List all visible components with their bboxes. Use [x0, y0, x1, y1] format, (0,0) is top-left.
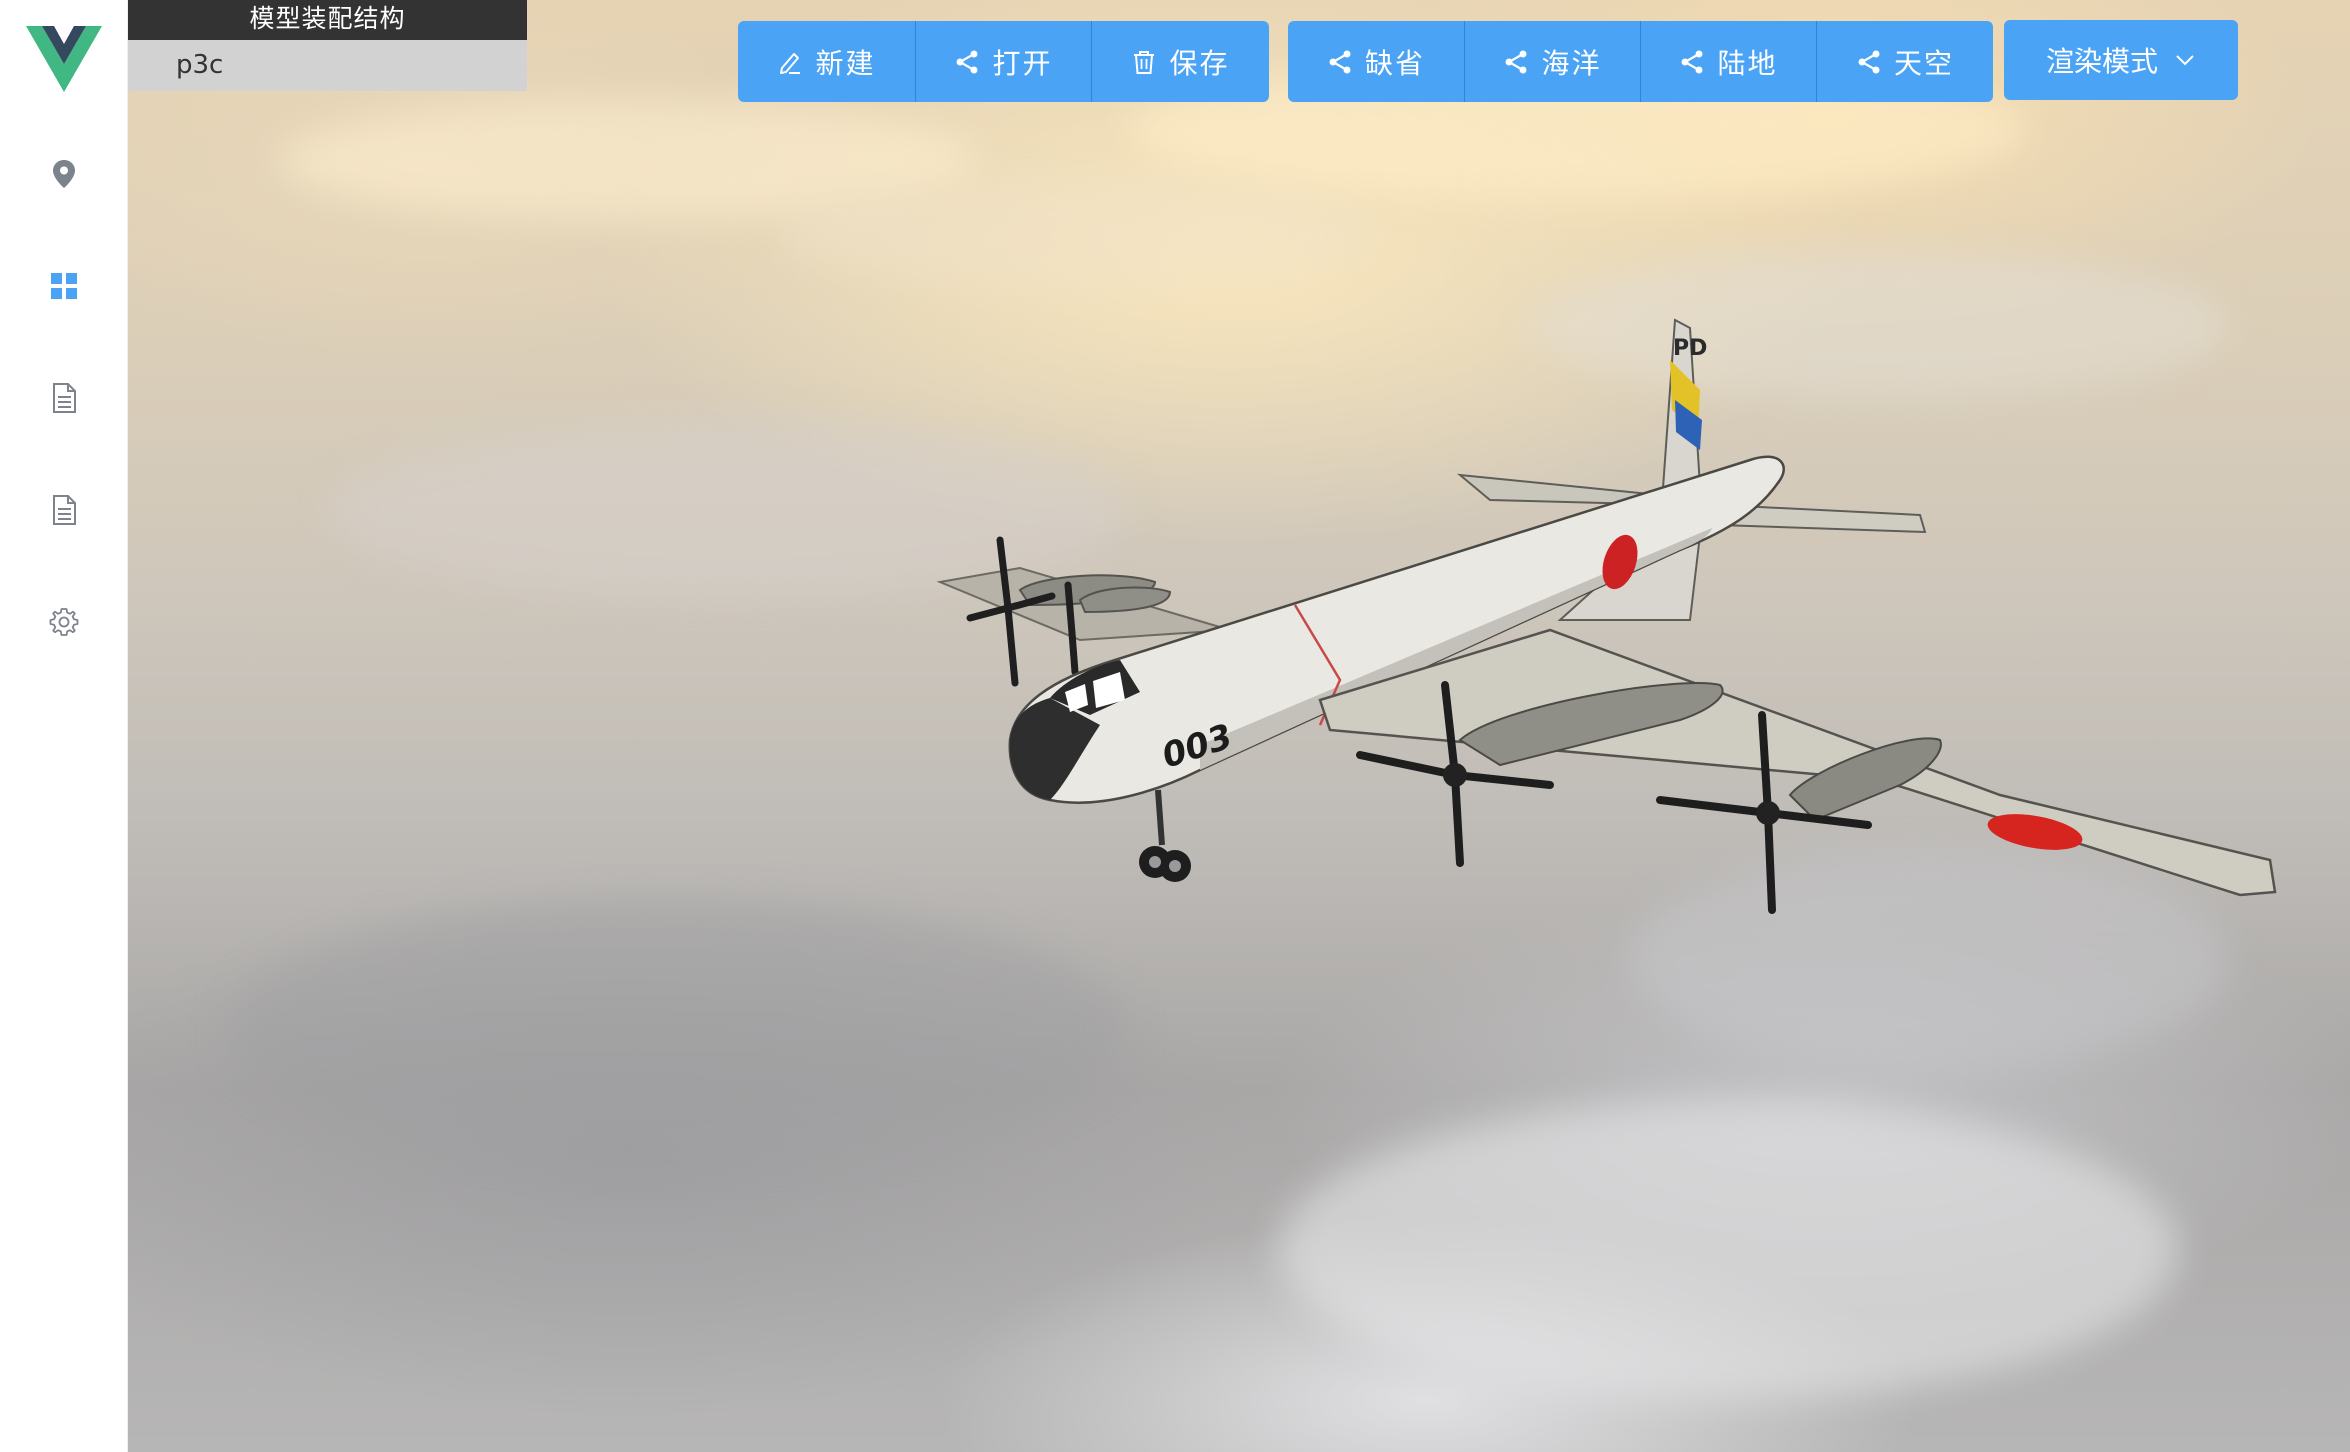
ocean-scene-label: 海洋	[1541, 46, 1602, 80]
file-button-group: 新建 打开 保存	[738, 21, 1269, 102]
new-button-label: 新建	[815, 46, 876, 80]
share-icon	[956, 50, 978, 73]
new-button[interactable]: 新建	[738, 21, 916, 102]
save-button-label: 保存	[1169, 46, 1230, 80]
sidebar	[0, 0, 128, 1452]
document-icon	[52, 495, 76, 525]
assembly-structure-panel: 模型装配结构 p3c	[128, 0, 527, 91]
save-button[interactable]: 保存	[1092, 21, 1269, 102]
scene-button-group: 缺省 海洋 陆地 天空	[1288, 21, 1993, 102]
location-pin-icon	[52, 160, 75, 188]
tail-code: PD	[1673, 336, 1707, 361]
open-button[interactable]: 打开	[916, 21, 1092, 102]
cloud	[1278, 1100, 2178, 1400]
aircraft-model[interactable]: PD 003	[900, 300, 2300, 940]
tree-item-p3c[interactable]: p3c	[128, 40, 527, 91]
edit-icon	[780, 52, 801, 74]
render-mode-label: 渲染模式	[2045, 45, 2158, 78]
sky-scene-button[interactable]: 天空	[1817, 21, 1993, 102]
vue-logo	[26, 26, 102, 92]
share-icon	[1681, 50, 1703, 73]
share-icon	[1858, 50, 1880, 73]
trash-icon	[1134, 50, 1155, 74]
panel-title: 模型装配结构	[128, 0, 527, 40]
document-icon	[52, 383, 76, 413]
default-scene-button[interactable]: 缺省	[1288, 21, 1465, 102]
render-mode-dropdown[interactable]: 渲染模式	[2004, 20, 2238, 100]
sidebar-item-settings[interactable]	[0, 577, 127, 667]
sidebar-item-document-1[interactable]	[0, 353, 127, 443]
share-icon	[1505, 50, 1527, 73]
ocean-scene-button[interactable]: 海洋	[1465, 21, 1641, 102]
sky-scene-label: 天空	[1893, 46, 1954, 80]
default-scene-label: 缺省	[1364, 46, 1425, 80]
share-icon	[1329, 50, 1351, 73]
land-scene-label: 陆地	[1717, 46, 1778, 80]
sidebar-item-document-2[interactable]	[0, 465, 127, 555]
land-scene-button[interactable]: 陆地	[1641, 21, 1817, 102]
cloud	[778, 180, 1378, 290]
gear-icon	[49, 608, 78, 636]
open-button-label: 打开	[992, 46, 1053, 80]
grid-icon	[50, 273, 77, 299]
sidebar-item-grid[interactable]	[0, 241, 127, 331]
sidebar-item-location[interactable]	[0, 129, 127, 219]
chevron-down-icon	[2176, 55, 2194, 66]
